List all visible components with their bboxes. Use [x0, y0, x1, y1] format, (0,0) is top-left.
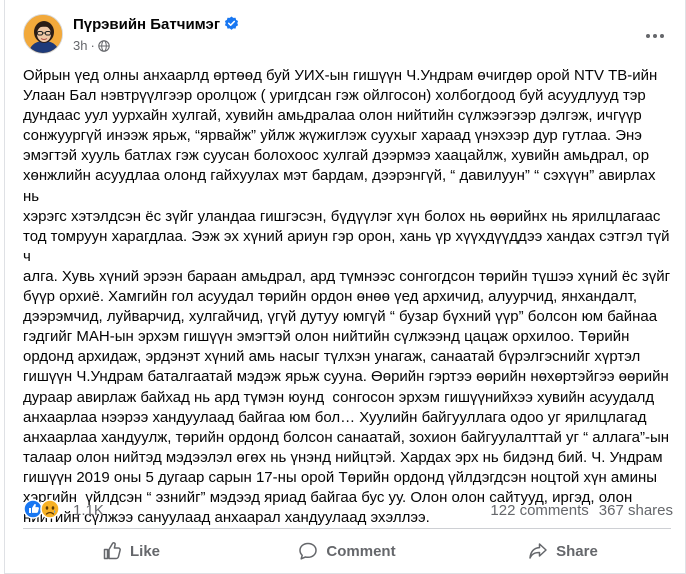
author-name[interactable]: Пүрэвийн Батчимэг [73, 16, 239, 35]
post-body-text: Ойрын үед олны анхаарлд өртөөд буй УИХ-ы… [23, 67, 671, 527]
avatar-image [24, 15, 62, 53]
like-label: Like [129, 542, 160, 560]
like-button[interactable]: Like [23, 532, 239, 570]
comment-bubble-icon [299, 542, 318, 560]
post-actions: Like Comment Share [23, 532, 671, 570]
engagement-stats: 122 comments 367 shares [480, 502, 673, 519]
shares-count[interactable]: 367 shares [599, 502, 673, 519]
like-reaction-icon [23, 499, 43, 519]
meta-separator: · [90, 38, 95, 53]
more-horizontal-icon [646, 34, 664, 38]
thumbs-up-icon [103, 542, 121, 560]
comments-count[interactable]: 122 comments [490, 502, 588, 519]
post-time[interactable]: 3h [73, 38, 87, 53]
globe-icon[interactable] [98, 40, 110, 55]
post-meta: 3h · [73, 38, 110, 55]
post-card: Пүрэвийн Батчимэг 3h · Ойрын үед олны анх… [4, 0, 686, 574]
verified-badge-icon [224, 16, 239, 35]
author-name-text[interactable]: Пүрэвийн Батчимэг [73, 16, 220, 33]
comment-button[interactable]: Comment [239, 532, 455, 570]
reaction-count[interactable]: 1.1K [73, 502, 104, 519]
comment-label: Comment [326, 542, 396, 560]
share-label: Share [556, 542, 598, 560]
share-arrow-icon [529, 543, 547, 559]
sad-reaction-icon [40, 499, 60, 519]
actions-divider [23, 528, 671, 529]
more-options-button[interactable] [643, 26, 667, 46]
reactions-row: 1.1K 122 comments 367 shares [23, 498, 673, 522]
reaction-icons[interactable] [23, 498, 67, 520]
post-header: Пүрэвийн Батчимэг 3h · [23, 14, 673, 60]
share-button[interactable]: Share [455, 532, 671, 570]
author-avatar[interactable] [23, 14, 63, 54]
